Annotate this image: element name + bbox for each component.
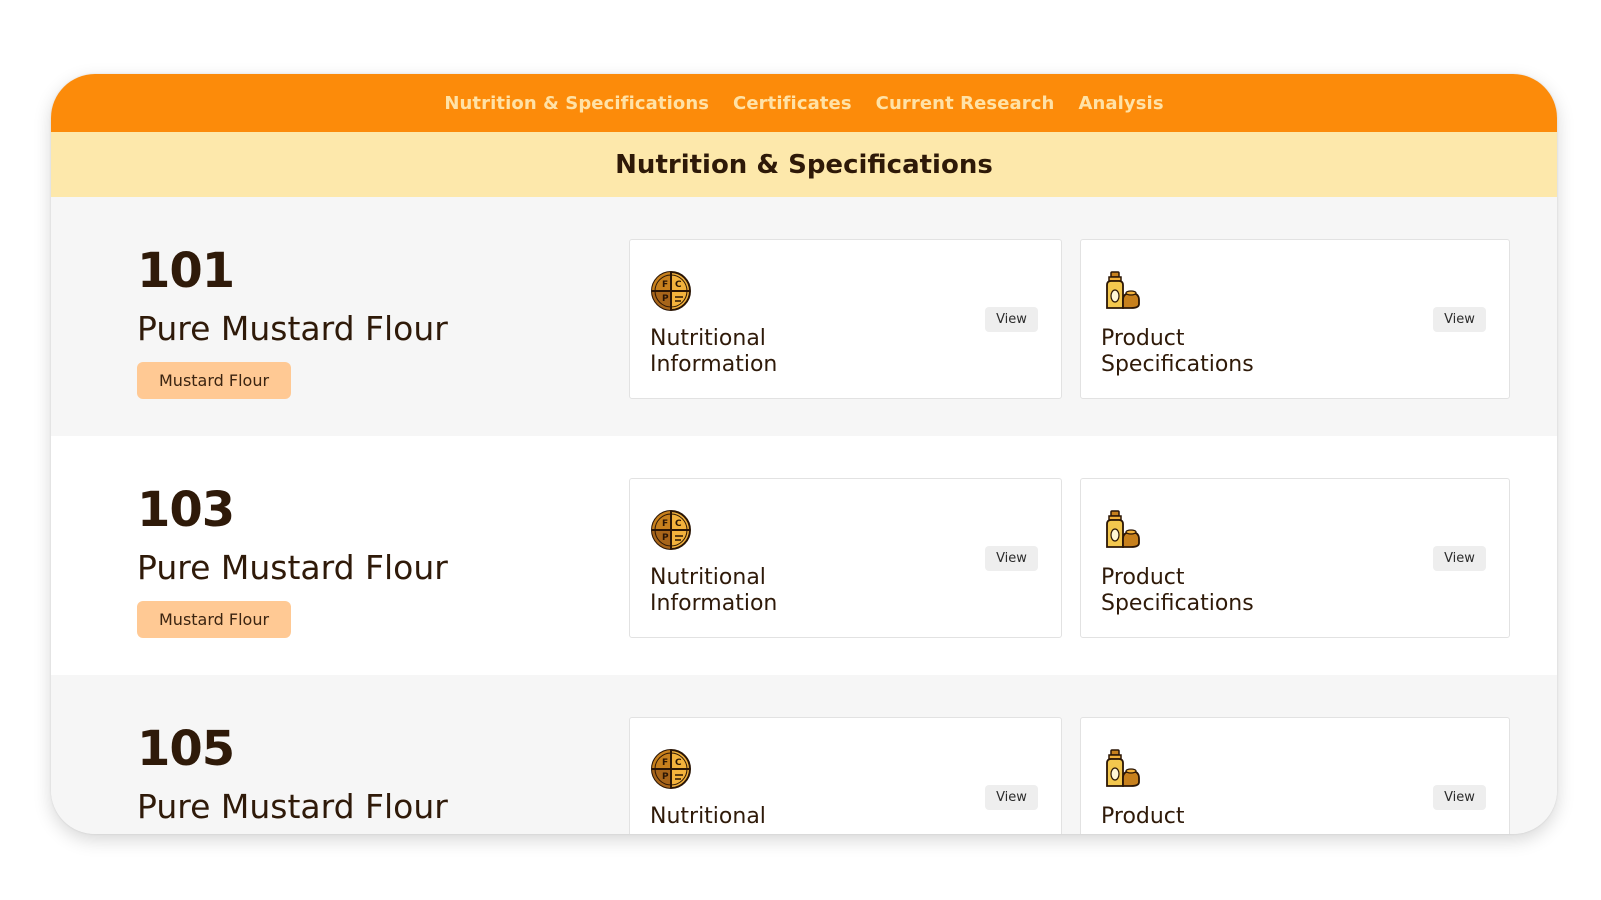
nutritional-information-card: F C P Nutritional Information View [629, 239, 1062, 399]
svg-text:C: C [675, 519, 682, 529]
svg-text:P: P [662, 294, 669, 304]
product-tag: Mustard Flour [137, 601, 292, 638]
product-number: 101 [137, 243, 235, 299]
view-button[interactable]: View [985, 307, 1038, 332]
nutritional-information-card: F C P Nutritional Information View [629, 478, 1062, 638]
product-bottles-icon [1106, 510, 1140, 548]
product-row: 105 Pure Mustard Flour F C P Nutritional… [51, 675, 1557, 834]
nav-analysis[interactable]: Analysis [1078, 93, 1163, 114]
card-title: Product Specifications [1101, 565, 1254, 616]
app-window: Nutrition & Specifications Certificates … [51, 74, 1557, 834]
svg-text:F: F [662, 280, 668, 290]
view-button[interactable]: View [985, 546, 1038, 571]
product-specifications-card: Product Specifications View [1080, 239, 1510, 399]
product-specifications-card: Product Specifications View [1080, 478, 1510, 638]
product-name: Pure Mustard Flour [137, 548, 448, 587]
nutritional-information-card: F C P Nutritional View [629, 717, 1062, 834]
view-button[interactable]: View [1433, 785, 1486, 810]
view-button[interactable]: View [985, 785, 1038, 810]
card-title: Product Specifications [1101, 326, 1254, 377]
svg-text:F: F [662, 758, 668, 768]
nav-certificates[interactable]: Certificates [733, 93, 852, 114]
nutrition-chart-icon: F C P [651, 271, 691, 311]
product-bottles-icon [1106, 271, 1140, 309]
product-name: Pure Mustard Flour [137, 309, 448, 348]
product-row: 103 Pure Mustard Flour Mustard Flour F C… [51, 436, 1557, 675]
top-nav: Nutrition & Specifications Certificates … [51, 74, 1557, 132]
product-bottles-icon [1106, 749, 1140, 787]
view-button[interactable]: View [1433, 546, 1486, 571]
product-number: 105 [137, 721, 235, 777]
card-title: Nutritional Information [650, 565, 778, 616]
product-number: 103 [137, 482, 235, 538]
product-row: 101 Pure Mustard Flour Mustard Flour F C… [51, 197, 1557, 436]
svg-text:C: C [675, 758, 682, 768]
nav-nutrition-specifications[interactable]: Nutrition & Specifications [444, 93, 709, 114]
svg-text:P: P [662, 772, 669, 782]
product-name: Pure Mustard Flour [137, 787, 448, 826]
view-button[interactable]: View [1433, 307, 1486, 332]
section-title: Nutrition & Specifications [615, 149, 993, 180]
nutrition-chart-icon: F C P [651, 510, 691, 550]
card-title: Nutritional Information [650, 326, 778, 377]
section-header: Nutrition & Specifications [51, 132, 1557, 197]
product-specifications-card: Product View [1080, 717, 1510, 834]
nutrition-chart-icon: F C P [651, 749, 691, 789]
svg-text:P: P [662, 533, 669, 543]
card-title: Product [1101, 804, 1185, 829]
product-tag: Mustard Flour [137, 362, 292, 399]
svg-text:C: C [675, 280, 682, 290]
svg-text:F: F [662, 519, 668, 529]
card-title: Nutritional [650, 804, 766, 829]
nav-current-research[interactable]: Current Research [876, 93, 1055, 114]
